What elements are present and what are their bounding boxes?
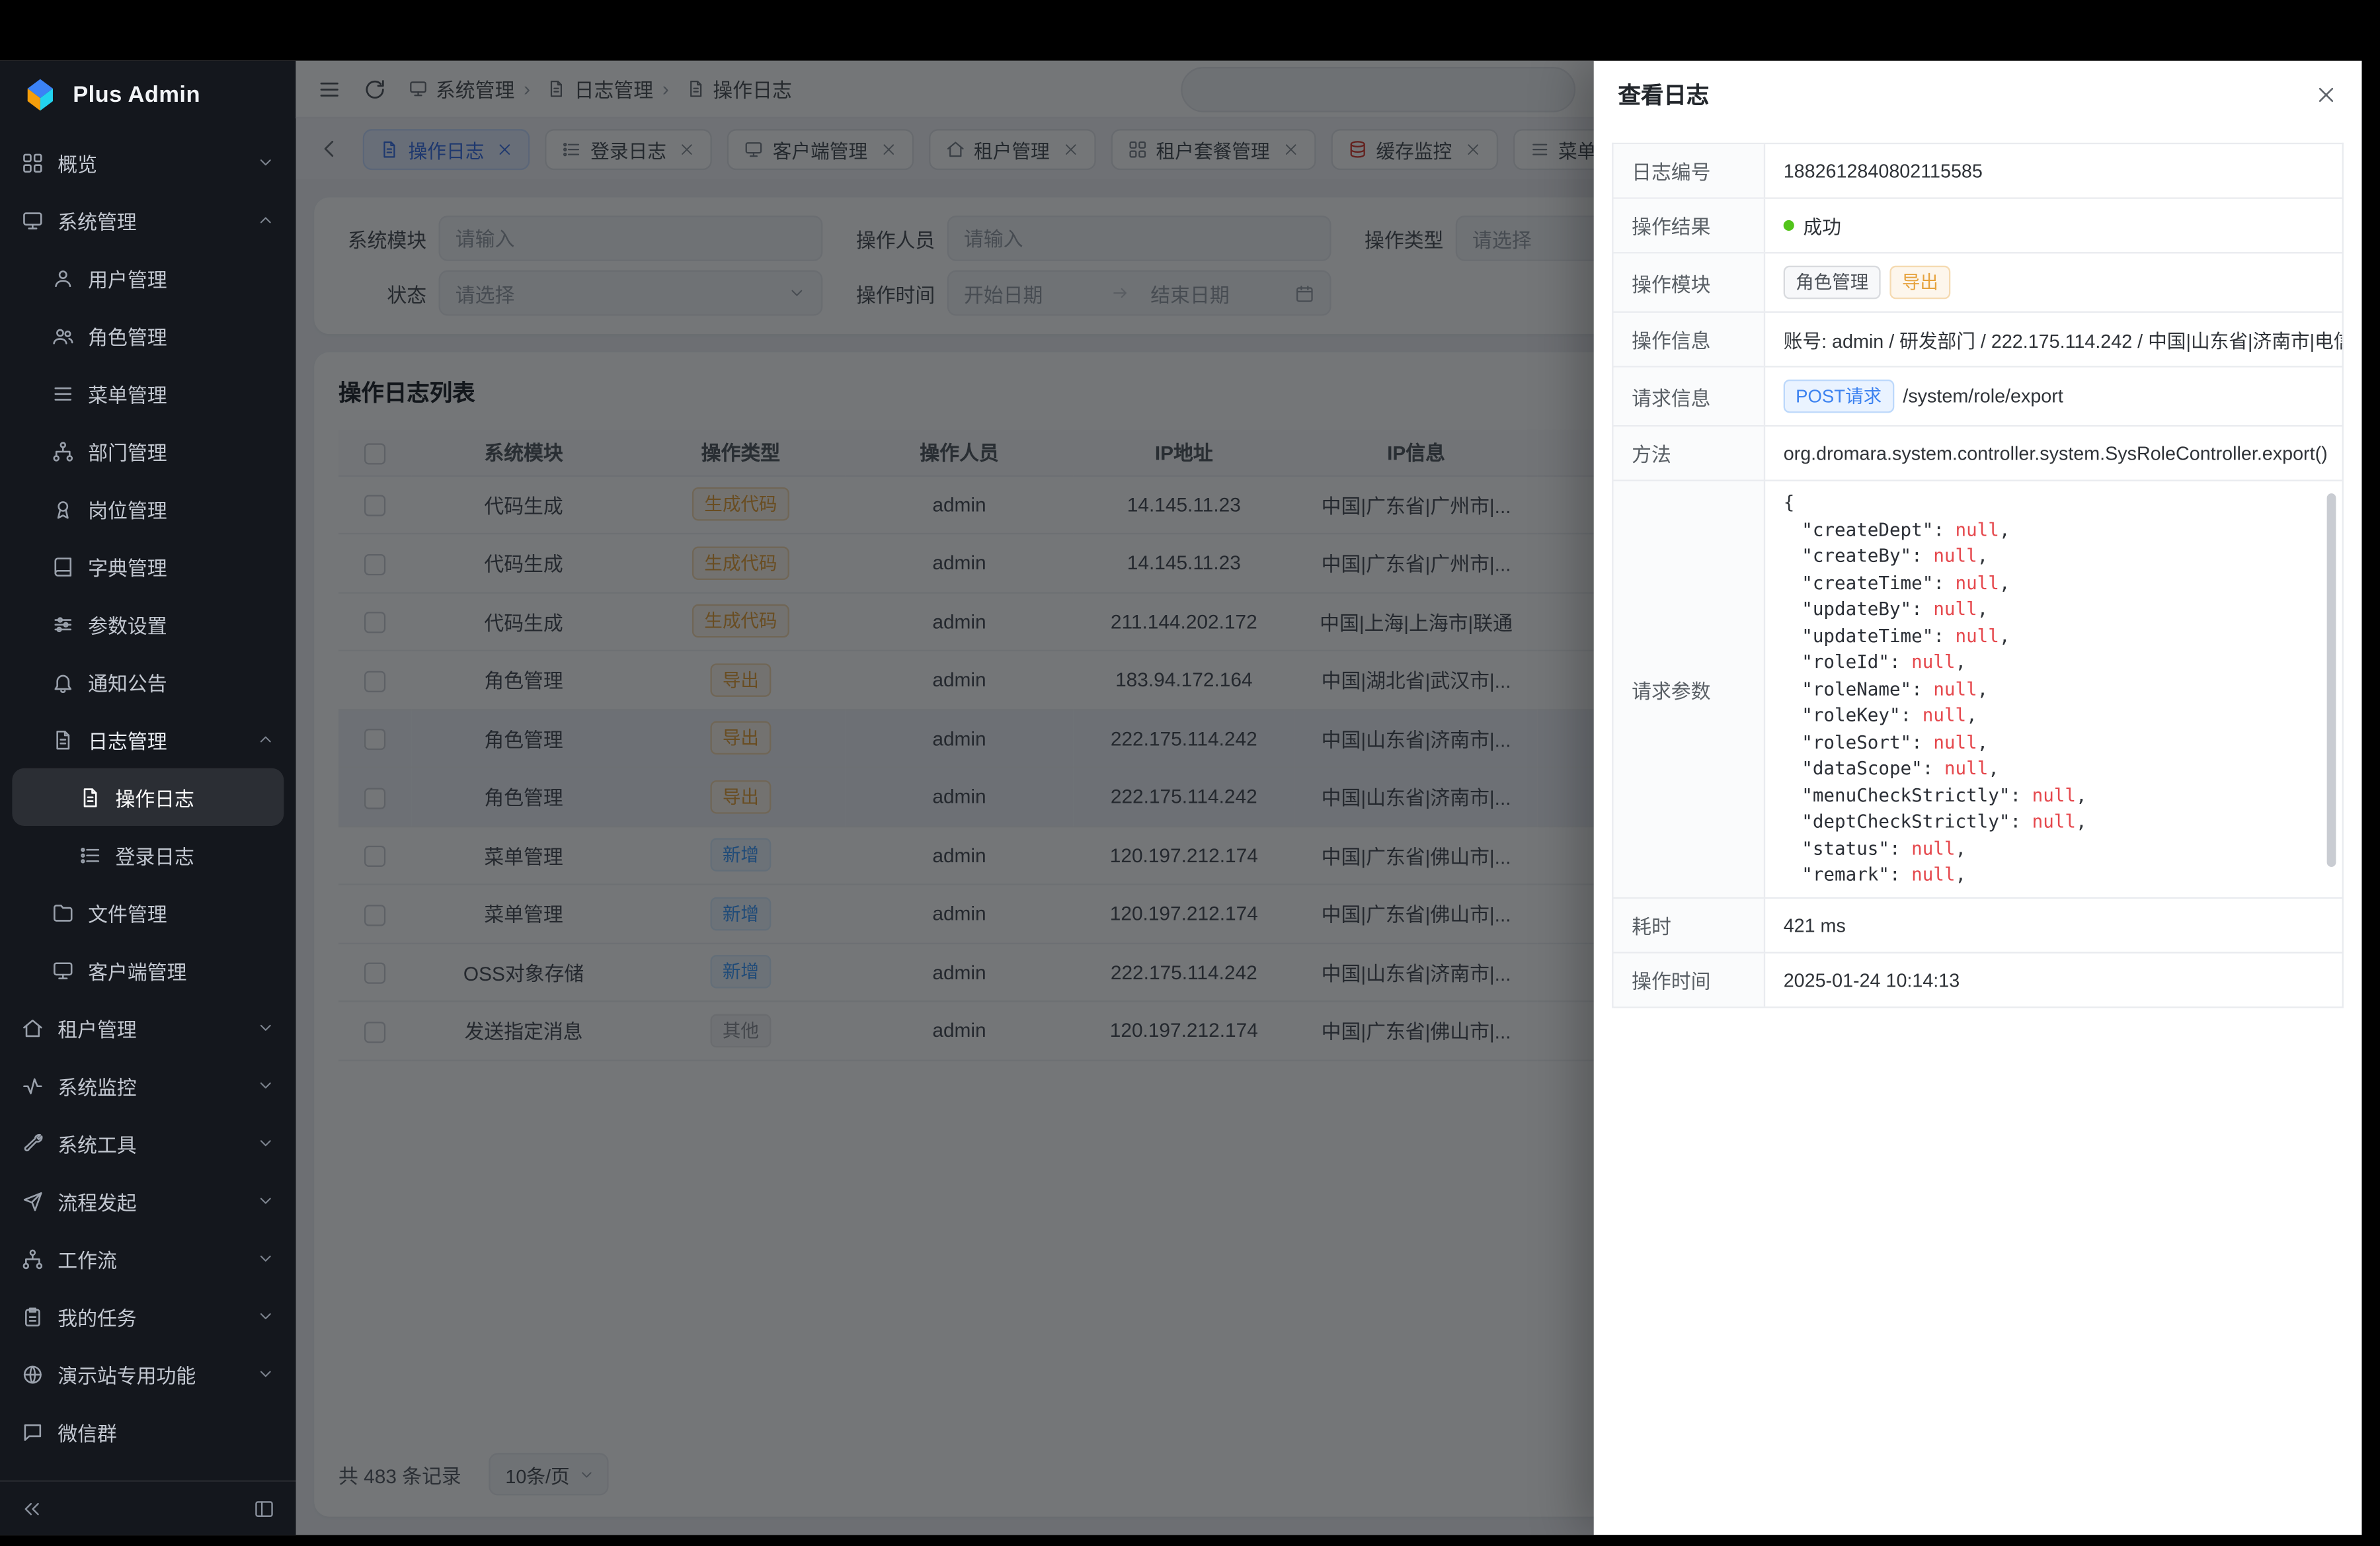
sidebar-item-overview[interactable]: 概览	[12, 134, 284, 191]
chevron-up-icon	[257, 211, 275, 229]
sidebar-item-demo-features[interactable]: 演示站专用功能	[12, 1345, 284, 1403]
chevron-down-icon	[257, 1077, 275, 1095]
clipboard-icon	[21, 1305, 44, 1327]
sidebar-item-system-monitor[interactable]: 系统监控	[12, 1057, 284, 1114]
sidebar-item-dict-management[interactable]: 字典管理	[12, 538, 284, 595]
info-label: 操作信息	[1614, 313, 1766, 366]
sidebar-item-log-management[interactable]: 日志管理	[12, 710, 284, 768]
send-icon	[21, 1190, 44, 1212]
log-detail-table: 日志编号 1882612840802115585 操作结果 成功 操作模块	[1612, 143, 2344, 1008]
sidebar-item-system-management[interactable]: 系统管理	[12, 191, 284, 249]
sidebar-item-login-log[interactable]: 登录日志	[12, 826, 284, 883]
menu-lines-icon	[52, 382, 74, 404]
collapse-sidebar-icon[interactable]	[21, 1498, 42, 1519]
sidebar-item-client-management[interactable]: 客户端管理	[12, 941, 284, 998]
chevron-down-icon	[257, 1192, 275, 1210]
log-id-label: 日志编号	[1614, 144, 1766, 197]
module-value: 角色管理 导出	[1765, 253, 2342, 311]
monitor-icon	[21, 209, 44, 231]
bell-icon	[52, 671, 74, 693]
doc-icon	[79, 786, 101, 808]
chevron-down-icon	[257, 1250, 275, 1268]
chevron-down-icon	[257, 1365, 275, 1383]
user-icon	[52, 266, 74, 289]
time-value: 2025-01-24 10:14:13	[1765, 954, 2342, 1006]
drawer-body: 日志编号 1882612840802115585 操作结果 成功 操作模块	[1594, 128, 2362, 1024]
layout-pin-icon[interactable]	[253, 1498, 274, 1519]
close-icon[interactable]	[2315, 83, 2337, 105]
sidebar-item-param-settings[interactable]: 参数设置	[12, 595, 284, 653]
grid-icon	[21, 151, 44, 173]
list-icon	[79, 843, 101, 866]
method-value: org.dromara.system.controller.system.Sys…	[1765, 427, 2342, 479]
sidebar-item-user-management[interactable]: 用户管理	[12, 249, 284, 307]
home-icon	[21, 1016, 44, 1039]
sidebar-item-tenant-management[interactable]: 租户管理	[12, 999, 284, 1057]
sidebar-item-system-tools[interactable]: 系统工具	[12, 1114, 284, 1172]
scrollbar-thumb[interactable]	[2327, 493, 2336, 867]
module-tag: 角色管理	[1784, 266, 1881, 300]
sliders-icon	[52, 612, 74, 635]
sidebar-item-process-start[interactable]: 流程发起	[12, 1172, 284, 1229]
sidebar-footer	[0, 1481, 296, 1535]
post-method-tag: POST请求	[1784, 380, 1894, 413]
request-params-json[interactable]: { "createDept"null "createBy"null "creat…	[1765, 481, 2342, 897]
duration-value: 421 ms	[1765, 899, 2342, 952]
sidebar-item-dept-management[interactable]: 部门管理	[12, 422, 284, 479]
globe-icon	[21, 1363, 44, 1385]
method-label: 方法	[1614, 427, 1766, 479]
badge-icon	[52, 497, 74, 520]
sidebar-item-workflow[interactable]: 工作流	[12, 1230, 284, 1287]
sidebar: Plus Admin 概览 系统管理 用户管理	[0, 61, 296, 1535]
brand-logo-icon	[21, 76, 59, 114]
sidebar-menu: 概览 系统管理 用户管理 角色管理 菜单管理	[0, 129, 296, 1480]
book-icon	[52, 555, 74, 577]
screen: Plus Admin 概览 系统管理 用户管理	[0, 0, 2380, 1545]
drawer-title: 查看日志	[1618, 78, 1709, 110]
duration-label: 耗时	[1614, 899, 1766, 952]
chevron-up-icon	[257, 730, 275, 749]
chevron-down-icon	[257, 1307, 275, 1326]
folder-icon	[52, 901, 74, 924]
sidebar-item-notice[interactable]: 通知公告	[12, 653, 284, 710]
view-log-drawer: 查看日志 日志编号 1882612840802115585 操作结果 成功	[1594, 61, 2362, 1535]
chevron-down-icon	[257, 153, 275, 172]
activity-icon	[21, 1074, 44, 1096]
time-label: 操作时间	[1614, 954, 1766, 1006]
result-label: 操作结果	[1614, 199, 1766, 252]
tree-icon	[21, 1247, 44, 1270]
result-value: 成功	[1765, 199, 2342, 252]
chevron-down-icon	[257, 1019, 275, 1037]
info-value: 账号: admin / 研发部门 / 222.175.114.242 / 中国|…	[1765, 313, 2342, 366]
success-dot-icon	[1784, 220, 1794, 231]
request-label: 请求信息	[1614, 368, 1766, 425]
monitor-icon	[52, 959, 74, 981]
chat-icon	[21, 1420, 44, 1443]
doc-icon	[52, 728, 74, 751]
module-label: 操作模块	[1614, 253, 1766, 311]
sidebar-item-operation-log[interactable]: 操作日志	[12, 768, 284, 826]
request-value: POST请求 /system/role/export	[1765, 368, 2342, 425]
params-value: { "createDept"null "createBy"null "creat…	[1765, 481, 2342, 897]
sidebar-item-wechat-group[interactable]: 微信群	[12, 1403, 284, 1460]
wrench-icon	[21, 1132, 44, 1155]
app-window: Plus Admin 概览 系统管理 用户管理	[0, 61, 2361, 1535]
drawer-header: 查看日志	[1594, 61, 2362, 128]
sidebar-item-my-tasks[interactable]: 我的任务	[12, 1287, 284, 1345]
brand-name: Plus Admin	[73, 82, 200, 108]
request-url: /system/role/export	[1903, 386, 2063, 407]
params-label: 请求参数	[1614, 481, 1766, 897]
sidebar-item-role-management[interactable]: 角色管理	[12, 307, 284, 364]
sidebar-item-post-management[interactable]: 岗位管理	[12, 480, 284, 538]
operation-tag: 导出	[1889, 266, 1950, 300]
log-id-value: 1882612840802115585	[1765, 144, 2342, 197]
sidebar-item-file-management[interactable]: 文件管理	[12, 883, 284, 941]
users-icon	[52, 324, 74, 346]
brand-logo[interactable]: Plus Admin	[0, 61, 296, 129]
tree-icon	[52, 440, 74, 462]
sidebar-item-menu-management[interactable]: 菜单管理	[12, 364, 284, 422]
chevron-down-icon	[257, 1134, 275, 1153]
